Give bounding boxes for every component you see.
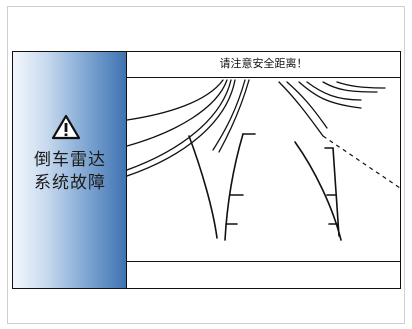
warning-text-line-1: 倒车雷达 <box>34 150 106 170</box>
head-unit-screen: 倒车雷达 系统故障 请注意安全距离！ <box>12 51 401 289</box>
bottom-strip <box>127 261 400 288</box>
warning-text-line-2: 系统故障 <box>34 173 106 193</box>
safety-distance-banner: 请注意安全距离！ <box>127 52 400 78</box>
road-curb-line <box>127 79 228 147</box>
road-curb-line <box>127 79 224 121</box>
road-edge-line <box>336 81 386 89</box>
parking-guide-left <box>188 135 218 239</box>
road-edge-line <box>212 79 246 151</box>
warning-triangle-icon <box>51 114 81 140</box>
road-edge-line <box>278 81 324 137</box>
road-curb-line <box>127 79 232 171</box>
rear-camera-view: 请注意安全距离！ <box>127 52 400 288</box>
parking-radar-warning-panel: 倒车雷达 系统故障 <box>13 52 127 288</box>
camera-scene <box>127 79 400 241</box>
road-edge-line <box>218 79 250 153</box>
